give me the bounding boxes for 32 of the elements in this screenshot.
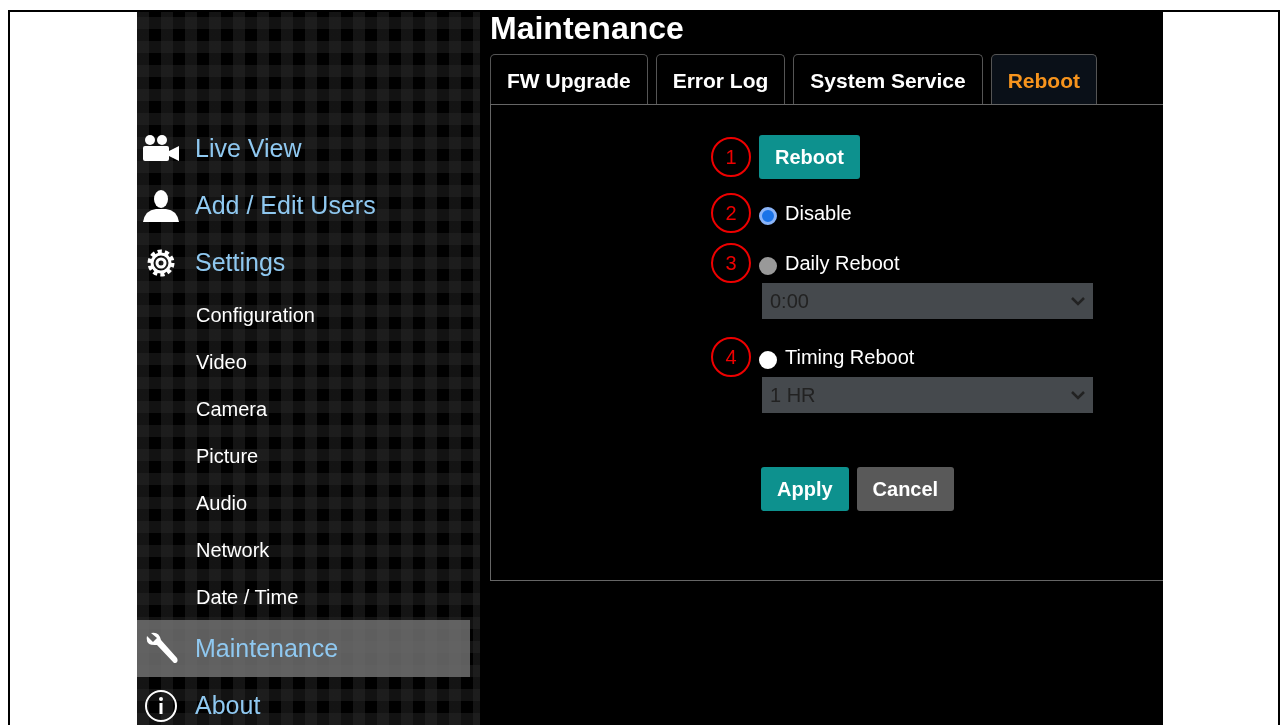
tab[interactable]: Reboot xyxy=(990,54,1097,104)
sidebar-item[interactable]: Maintenance xyxy=(137,620,470,677)
sidebar-item[interactable]: About xyxy=(137,677,470,725)
sidebar-item[interactable]: Network xyxy=(137,526,470,573)
page-title: Maintenance xyxy=(490,12,685,44)
sidebar-item[interactable]: Picture xyxy=(137,432,470,479)
option-label: Daily Reboot xyxy=(785,250,900,276)
annotation-marker: 1 xyxy=(711,136,751,177)
sidebar-item[interactable]: Camera xyxy=(137,385,470,432)
tab[interactable]: Error Log xyxy=(655,54,786,104)
cancel-button[interactable]: Cancel xyxy=(856,466,955,511)
annotation-marker: 4 xyxy=(711,336,751,377)
sidebar-item[interactable]: Video xyxy=(137,338,470,385)
apply-button[interactable]: Apply xyxy=(761,466,849,511)
sidebar-item[interactable]: Live View xyxy=(137,120,470,177)
option-label: Timing Reboot xyxy=(785,344,915,370)
sidebar-item[interactable]: Date / Time xyxy=(137,573,470,620)
sidebar-item[interactable]: Settings xyxy=(137,234,470,291)
reboot-button[interactable]: Reboot xyxy=(759,134,860,179)
annotation-marker: 2 xyxy=(711,192,751,233)
sidebar-item[interactable]: Add / Edit Users xyxy=(137,177,470,234)
sidebar-item[interactable]: Configuration xyxy=(137,291,470,338)
user-icon xyxy=(141,188,181,223)
tab[interactable]: FW Upgrade xyxy=(490,54,648,104)
option-label: Disable xyxy=(785,200,852,226)
radio-button[interactable] xyxy=(759,350,777,369)
sidebar-item[interactable]: Audio xyxy=(137,479,470,526)
tab[interactable]: System Service xyxy=(793,54,983,104)
chevron-down-icon xyxy=(1071,295,1085,306)
chevron-down-icon xyxy=(1071,389,1085,400)
annotation-marker: 3 xyxy=(711,242,751,283)
radio-button[interactable] xyxy=(759,206,777,225)
